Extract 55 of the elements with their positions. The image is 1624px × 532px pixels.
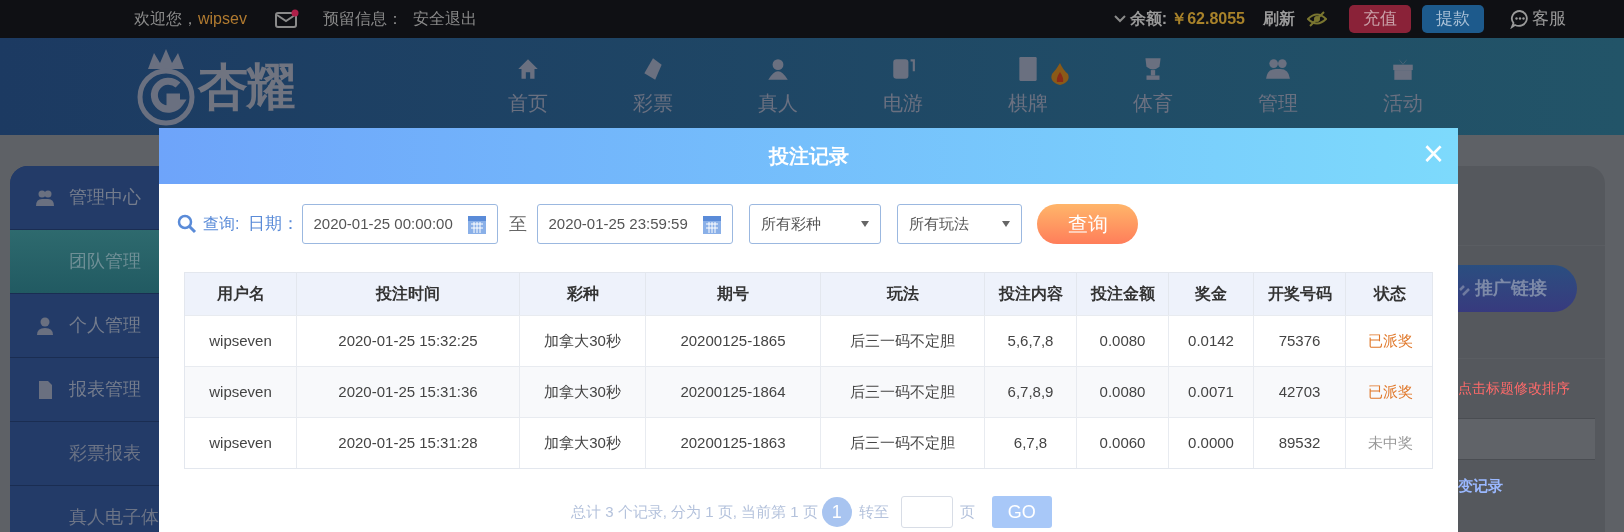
table-cell: 后三一码不定胆 xyxy=(820,418,984,468)
sidebar-item[interactable]: 管理中心 xyxy=(10,166,159,230)
chevron-down-icon[interactable] xyxy=(1113,15,1126,23)
history-link[interactable]: 变记录 xyxy=(1458,475,1605,498)
service-link[interactable]: 客服 xyxy=(1532,6,1566,32)
table-cell-text: wipseven xyxy=(208,330,273,351)
table-cell: 加拿大30秒 xyxy=(519,418,645,468)
nav-link[interactable]: 真人 xyxy=(757,87,798,118)
caret-down-icon[interactable] xyxy=(1002,221,1011,227)
table-cell: 6,7,8 xyxy=(984,418,1076,468)
promo-link-button[interactable]: 推广链接 xyxy=(1458,265,1577,312)
date-input[interactable]: 2020-01-25 23:59:59 xyxy=(537,204,734,244)
pagination-summary: 总计 3 个记录, 分为 1 页, 当前第 1 页 xyxy=(571,501,818,522)
username-link[interactable]: wipsev xyxy=(198,7,247,31)
withdraw-button[interactable]: 提款 xyxy=(1422,5,1484,33)
page-unit-label: 页 xyxy=(959,501,975,522)
nav-link[interactable]: 首页 xyxy=(507,87,548,118)
recharge-button[interactable]: 充值 xyxy=(1349,5,1411,33)
refresh-link[interactable]: 刷新 xyxy=(1263,7,1295,31)
hint-text: 点击标题修改排序 xyxy=(1458,379,1571,398)
chat-icon[interactable] xyxy=(1510,9,1530,29)
status-text: 未中奖 xyxy=(1345,418,1434,468)
table-cell: 20200125-1863 xyxy=(645,418,820,468)
greeting-text: 欢迎您， xyxy=(134,9,198,29)
mail-icon[interactable] xyxy=(274,9,299,29)
page-input[interactable] xyxy=(900,496,953,528)
query-button[interactable]: 查询 xyxy=(1037,204,1139,244)
modal-title: 投注记录 xyxy=(768,144,849,169)
logout-link[interactable]: 安全退出 xyxy=(412,7,477,31)
select-dropdown[interactable]: 所有玩法 xyxy=(897,204,1023,244)
date-input[interactable]: 2020-01-25 00:00:00 xyxy=(302,204,499,244)
logo-text: 杏耀 xyxy=(198,61,294,112)
eye-slash-icon[interactable] xyxy=(1307,10,1327,28)
search-icon xyxy=(177,214,197,234)
goto-label: 转至 xyxy=(858,501,889,522)
caret-down-icon[interactable] xyxy=(861,221,870,227)
table-cell: 0.0000 xyxy=(1168,418,1253,468)
calendar-icon[interactable] xyxy=(702,213,723,235)
select-dropdown[interactable]: 所有彩种 xyxy=(749,204,882,244)
search-label: 查询: xyxy=(203,214,240,234)
calendar-icon[interactable] xyxy=(467,213,488,235)
table-cell: 89532 xyxy=(1253,418,1345,468)
reserved-info-link[interactable]: 预留信息： xyxy=(322,7,403,31)
date-label: 日期： xyxy=(248,213,300,236)
table-cell: 0.0060 xyxy=(1076,418,1168,468)
nav-link[interactable]: 彩票 xyxy=(632,87,673,118)
balance-label: 余额: xyxy=(1129,9,1168,29)
person-icon xyxy=(35,315,55,336)
sidebar-item[interactable]: 团队管理 xyxy=(10,230,159,294)
table-cell-text: wipseven xyxy=(208,381,273,402)
range-separator: 至 xyxy=(509,212,528,236)
table-cell: 2020-01-25 15:31:28 xyxy=(296,418,519,468)
column-header[interactable]: 用户名 xyxy=(185,273,296,315)
table-cell-text: wipseven xyxy=(208,432,273,453)
balance-amount: ￥62.8055 xyxy=(1171,9,1245,29)
